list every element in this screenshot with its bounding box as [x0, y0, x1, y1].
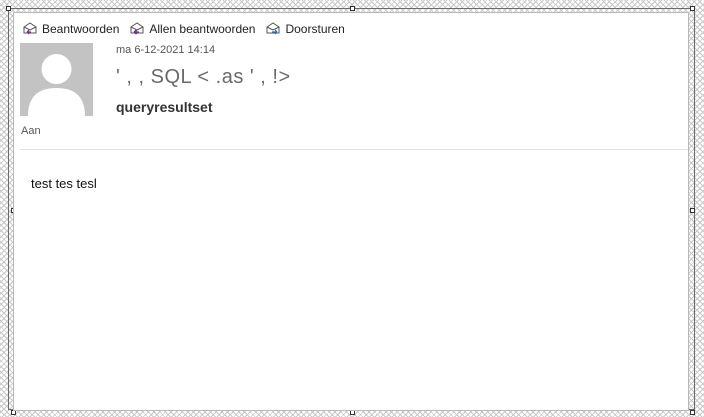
resize-handle-top[interactable]	[350, 6, 355, 11]
reply-icon	[22, 21, 38, 38]
resize-handle-bottom-left[interactable]	[11, 410, 16, 415]
sender-avatar	[20, 43, 93, 116]
reply-label: Beantwoorden	[42, 22, 120, 36]
message-subject: queryresultset	[116, 99, 213, 115]
email-message-pane: Beantwoorden Allen beantwoorden Doorstur…	[13, 12, 689, 411]
reply-all-label: Allen beantwoorden	[149, 22, 256, 36]
message-body: test tes tesl	[31, 176, 97, 191]
reply-all-icon	[129, 21, 145, 38]
document-frame: Beantwoorden Allen beantwoorden Doorstur…	[0, 0, 704, 417]
forward-label: Doorsturen	[285, 22, 345, 36]
message-toolbar: Beantwoorden Allen beantwoorden Doorstur…	[22, 20, 345, 38]
header-divider	[20, 149, 688, 150]
resize-handle-bottom-right[interactable]	[690, 410, 695, 415]
person-silhouette-icon	[28, 54, 85, 116]
to-label: Aan	[21, 125, 41, 137]
resize-handle-top-left[interactable]	[6, 6, 11, 11]
resize-handle-top-right[interactable]	[690, 6, 695, 11]
sender-name[interactable]: ' , , SQL < .as ' , !>	[116, 66, 291, 89]
sent-date: ma 6-12-2021 14:14	[116, 44, 216, 56]
reply-all-button[interactable]: Allen beantwoorden	[129, 21, 255, 38]
resize-handle-bottom[interactable]	[350, 410, 355, 415]
forward-icon	[265, 21, 281, 38]
forward-button[interactable]: Doorsturen	[265, 21, 345, 38]
resize-handle-right[interactable]	[690, 208, 695, 213]
reply-button[interactable]: Beantwoorden	[22, 21, 119, 38]
